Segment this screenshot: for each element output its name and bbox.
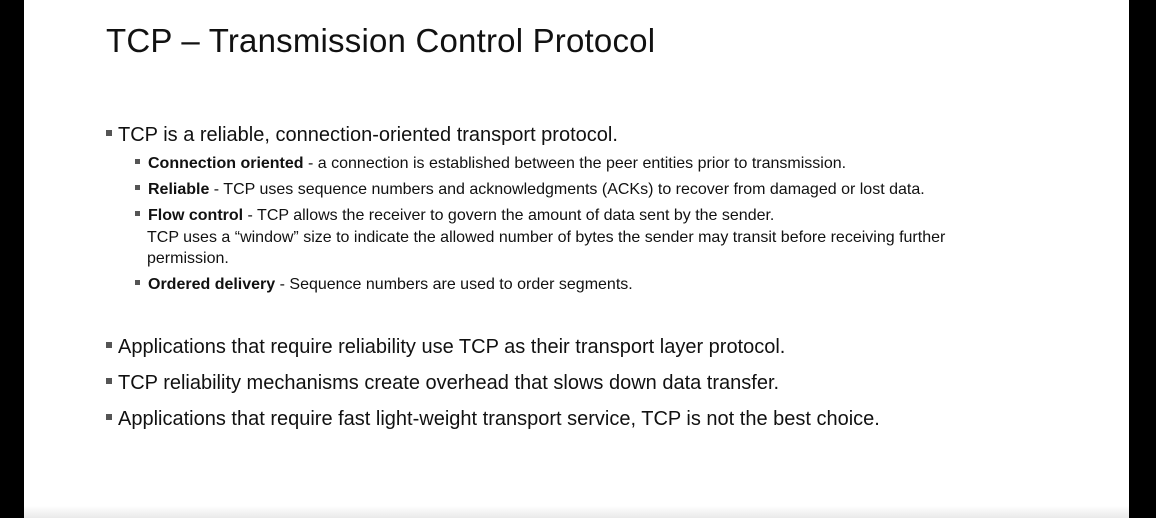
bottom-bullet: Applications that require fast light-wei… bbox=[106, 408, 880, 431]
sub-bullet-text: - TCP uses sequence numbers and acknowle… bbox=[209, 181, 925, 198]
bottom-bullet-text: Applications that require fast light-wei… bbox=[118, 408, 880, 430]
sub-bullet-flow-control: Flow control - TCP allows the receiver t… bbox=[135, 207, 774, 225]
bullet-square-icon bbox=[135, 211, 140, 217]
bottom-bullet-text: Applications that require reliability us… bbox=[118, 336, 786, 358]
bullet-square-icon bbox=[135, 159, 140, 165]
main-bullet: TCP is a reliable, connection-oriented t… bbox=[106, 124, 618, 147]
sub-bullet-text: - Sequence numbers are used to order seg… bbox=[275, 276, 633, 293]
sub-bullet-term: Reliable bbox=[148, 181, 210, 198]
bullet-square-icon bbox=[106, 377, 112, 384]
sub-bullet-ordered-delivery: Ordered delivery - Sequence numbers are … bbox=[135, 276, 633, 294]
slide-bottom-edge bbox=[24, 506, 1129, 518]
sub-bullet-flow-control-line3: permission. bbox=[147, 250, 229, 267]
slide-title: TCP – Transmission Control Protocol bbox=[106, 22, 656, 59]
main-bullet-text: TCP is a reliable, connection-oriented t… bbox=[118, 124, 618, 146]
bullet-square-icon bbox=[106, 413, 112, 420]
sub-bullet-connection-oriented: Connection oriented - a connection is es… bbox=[135, 155, 846, 173]
sub-bullet-flow-control-line2: TCP uses a “window” size to indicate the… bbox=[147, 229, 946, 246]
bullet-square-icon bbox=[106, 341, 112, 348]
bullet-square-icon bbox=[135, 185, 140, 191]
slide: TCP – Transmission Control Protocol TCP … bbox=[24, 0, 1129, 518]
sub-bullet-term: Connection oriented bbox=[148, 155, 304, 172]
sub-bullet-term: Ordered delivery bbox=[148, 276, 276, 293]
bullet-square-icon bbox=[106, 129, 112, 136]
bottom-bullet: TCP reliability mechanisms create overhe… bbox=[106, 372, 779, 395]
bottom-bullet-text: TCP reliability mechanisms create overhe… bbox=[118, 372, 780, 394]
sub-bullet-reliable: Reliable - TCP uses sequence numbers and… bbox=[135, 181, 925, 199]
sub-bullet-text: - a connection is established between th… bbox=[303, 155, 847, 172]
sub-bullet-term: Flow control bbox=[148, 207, 244, 224]
bullet-square-icon bbox=[135, 280, 140, 286]
sub-bullet-text: - TCP allows the receiver to govern the … bbox=[243, 207, 775, 224]
bottom-bullet: Applications that require reliability us… bbox=[106, 336, 785, 359]
